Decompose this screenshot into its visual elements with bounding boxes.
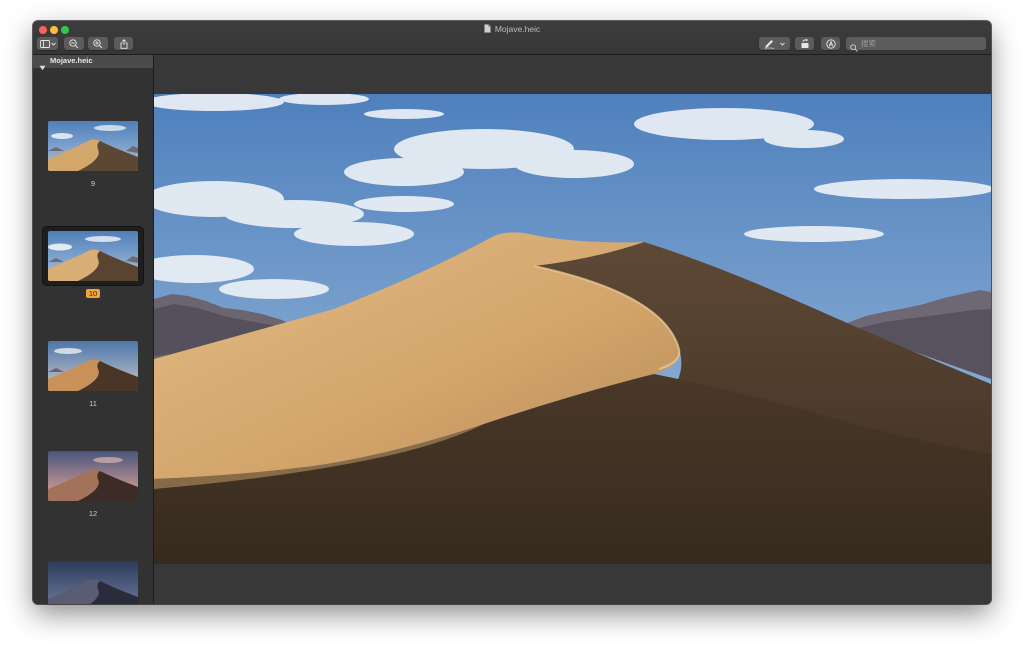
rotate-button[interactable]: [795, 37, 814, 50]
preview-window: Mojave.heic 搜索 Mojave.heic 9 10 11 12: [33, 21, 991, 604]
maximize-button[interactable]: [61, 26, 69, 34]
search-field[interactable]: 搜索: [846, 37, 986, 52]
chevron-down-icon: [50, 42, 56, 46]
rotate-icon: [800, 38, 810, 49]
pen-icon: [764, 39, 775, 49]
window-title-area: Mojave.heic: [33, 24, 991, 35]
page-label: 12: [88, 509, 98, 518]
annotate-button[interactable]: [821, 37, 840, 50]
page-thumbnail-12[interactable]: [48, 451, 138, 501]
minimize-button[interactable]: [50, 26, 58, 34]
page-label: 9: [90, 179, 96, 188]
search-placeholder: 搜索: [861, 39, 876, 48]
document-icon: [484, 24, 491, 35]
sidebar-icon: [39, 39, 50, 48]
sidebar-toggle-button[interactable]: [37, 37, 58, 50]
markup-button[interactable]: [759, 37, 790, 50]
page-thumbnail-11[interactable]: [48, 341, 138, 391]
sidebar-file-header[interactable]: Mojave.heic: [33, 55, 153, 71]
annotate-icon: [825, 38, 836, 49]
sidebar-file-name: Mojave.heic: [50, 56, 93, 65]
mojave-desert-image: [154, 94, 991, 564]
zoom-out-icon: [69, 38, 79, 49]
page-thumbnail-13[interactable]: [48, 561, 138, 604]
window-title: Mojave.heic: [494, 24, 541, 34]
chevron-down-icon: [780, 42, 786, 46]
page-thumbnail-10[interactable]: [48, 231, 138, 281]
zoom-out-button[interactable]: [64, 37, 84, 50]
image-viewer[interactable]: [154, 55, 991, 604]
page-label-selected: 10: [33, 289, 153, 298]
close-button[interactable]: [39, 26, 47, 34]
share-icon: [120, 38, 128, 49]
title-bar[interactable]: Mojave.heic 搜索: [33, 21, 991, 55]
disclosure-triangle-icon[interactable]: [39, 58, 46, 76]
share-button[interactable]: [114, 37, 133, 50]
zoom-in-icon: [93, 38, 103, 49]
zoom-in-button[interactable]: [88, 37, 108, 50]
page-label: 11: [89, 399, 97, 408]
page-thumbnail-9[interactable]: [48, 121, 138, 171]
thumbnail-sidebar[interactable]: Mojave.heic 9 10 11 12: [33, 55, 154, 604]
